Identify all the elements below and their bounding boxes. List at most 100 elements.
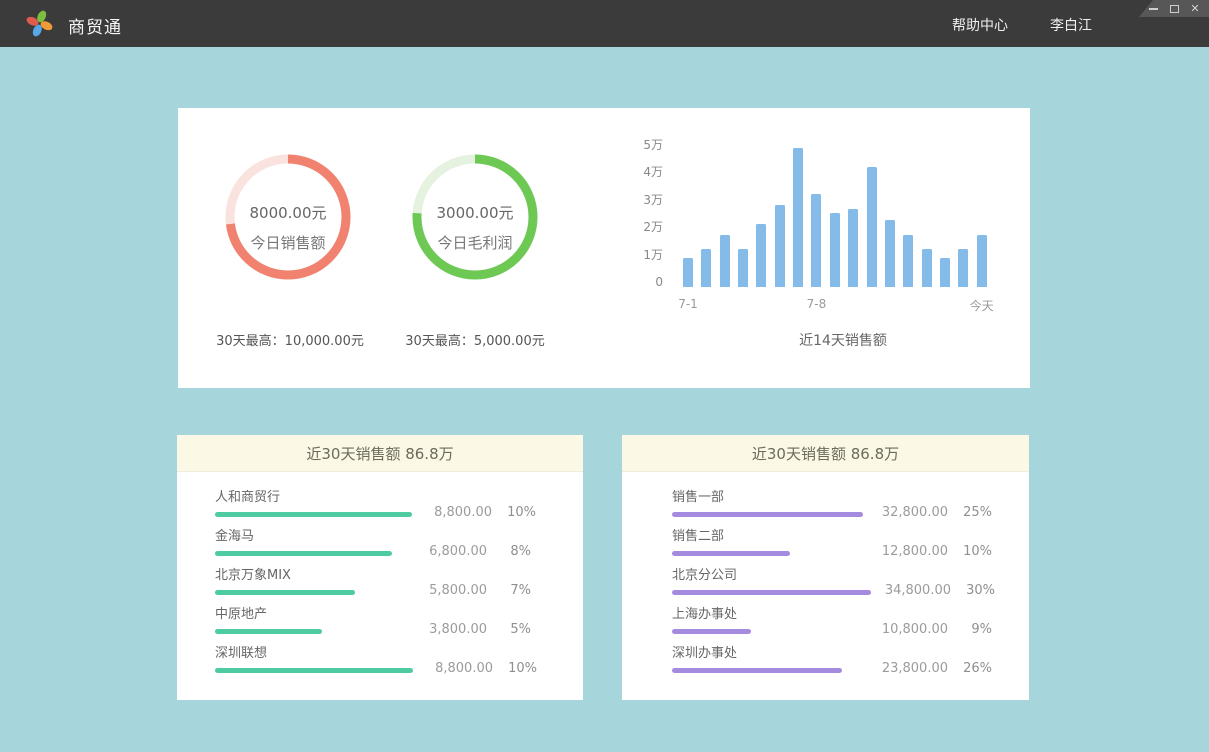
list-item: 北京万象MIX5,800.007% bbox=[215, 556, 531, 595]
list-item: 深圳联想8,800.0010% bbox=[215, 634, 531, 673]
item-percent: 25% bbox=[948, 505, 992, 521]
user-name-link[interactable]: 李白江 bbox=[1050, 15, 1092, 35]
summary-card: 8000.00元 今日销售额 30天最高：10,000.00元 3000.00元… bbox=[178, 108, 1030, 388]
item-percent: 26% bbox=[948, 661, 992, 677]
top-departments-card: 近30天销售额 86.8万 销售一部32,800.0025%销售二部12,800… bbox=[622, 435, 1029, 700]
item-percent: 30% bbox=[951, 583, 995, 599]
bar-chart-x-axis: 7-17-8今天 bbox=[683, 297, 1003, 313]
app-title: 商贸通 bbox=[68, 13, 122, 38]
daily-sales-bar bbox=[958, 249, 968, 288]
item-value: 23,800.00 bbox=[868, 661, 948, 677]
item-percent: 10% bbox=[493, 661, 537, 677]
daily-sales-bar bbox=[720, 235, 730, 287]
daily-sales-bar bbox=[848, 209, 858, 287]
item-percent: 5% bbox=[487, 622, 531, 638]
item-label: 人和商贸行 bbox=[215, 490, 412, 506]
daily-sales-bar bbox=[922, 249, 932, 288]
item-label: 深圳联想 bbox=[215, 646, 413, 662]
item-label: 销售一部 bbox=[672, 490, 863, 506]
app-logo-pinwheel-icon bbox=[26, 10, 53, 37]
daily-sales-bar bbox=[903, 235, 913, 287]
item-value: 8,800.00 bbox=[413, 661, 493, 677]
donut-chart-today-profit: 3000.00元 今日毛利润 bbox=[405, 147, 545, 287]
donut-chart-today-sales: 8000.00元 今日销售额 bbox=[218, 147, 358, 287]
daily-sales-bar bbox=[756, 224, 766, 287]
item-label: 上海办事处 bbox=[672, 607, 751, 623]
y-axis-tick: 4万 bbox=[598, 165, 663, 179]
list-item: 金海马6,800.008% bbox=[215, 517, 531, 556]
item-label: 金海马 bbox=[215, 529, 392, 545]
item-bar bbox=[672, 590, 871, 595]
item-bar bbox=[672, 512, 863, 517]
item-value: 10,800.00 bbox=[868, 622, 948, 638]
today-profit-value: 3000.00元 bbox=[405, 202, 545, 223]
item-label: 深圳办事处 bbox=[672, 646, 842, 662]
item-value: 12,800.00 bbox=[868, 544, 948, 560]
item-bar bbox=[215, 551, 392, 556]
titlebar: 商贸通 帮助中心 李白江 ✕ bbox=[0, 0, 1209, 47]
card-body: 销售一部32,800.0025%销售二部12,800.0010%北京分公司34,… bbox=[622, 472, 1029, 673]
list-item: 中原地产3,800.005% bbox=[215, 595, 531, 634]
item-bar bbox=[672, 629, 751, 634]
x-axis-tick: 今天 bbox=[970, 297, 994, 314]
list-item: 销售一部32,800.0025% bbox=[672, 478, 992, 517]
today-sales-value: 8000.00元 bbox=[218, 202, 358, 223]
card-header: 近30天销售额 86.8万 bbox=[622, 435, 1029, 472]
daily-sales-bar bbox=[977, 235, 987, 287]
minimize-icon[interactable] bbox=[1147, 3, 1159, 15]
list-item: 人和商贸行8,800.0010% bbox=[215, 478, 531, 517]
y-axis-tick: 2万 bbox=[598, 220, 663, 234]
item-value: 3,800.00 bbox=[407, 622, 487, 638]
help-center-link[interactable]: 帮助中心 bbox=[952, 15, 1008, 35]
maximize-icon[interactable] bbox=[1168, 3, 1180, 15]
card-header: 近30天销售额 86.8万 bbox=[177, 435, 583, 472]
daily-sales-bar bbox=[738, 249, 748, 288]
x-axis-tick: 7-8 bbox=[807, 297, 827, 311]
item-value: 32,800.00 bbox=[868, 505, 948, 521]
daily-sales-bar bbox=[775, 205, 785, 288]
close-icon[interactable]: ✕ bbox=[1189, 3, 1201, 15]
item-percent: 10% bbox=[492, 505, 536, 521]
item-value: 5,800.00 bbox=[407, 583, 487, 599]
item-label: 北京分公司 bbox=[672, 568, 871, 584]
item-percent: 9% bbox=[948, 622, 992, 638]
daily-sales-bar bbox=[830, 213, 840, 287]
list-item: 深圳办事处23,800.0026% bbox=[672, 634, 992, 673]
daily-sales-bar bbox=[867, 167, 877, 287]
list-item: 上海办事处10,800.009% bbox=[672, 595, 992, 634]
item-value: 34,800.00 bbox=[871, 583, 951, 599]
y-axis-tick: 3万 bbox=[598, 193, 663, 207]
daily-sales-bar bbox=[683, 258, 693, 287]
daily-sales-bar bbox=[793, 148, 803, 287]
card-title: 近30天销售额 86.8万 bbox=[306, 443, 453, 464]
item-label: 中原地产 bbox=[215, 607, 322, 623]
card-body: 人和商贸行8,800.0010%金海马6,800.008%北京万象MIX5,80… bbox=[177, 472, 583, 673]
item-bar bbox=[215, 590, 355, 595]
item-percent: 7% bbox=[487, 583, 531, 599]
titlebar-menu: 帮助中心 李白江 bbox=[952, 15, 1092, 35]
item-percent: 10% bbox=[948, 544, 992, 560]
daily-sales-bar bbox=[811, 194, 821, 288]
y-axis-tick: 1万 bbox=[598, 248, 663, 262]
y-axis-tick: 5万 bbox=[598, 138, 663, 152]
daily-sales-bar bbox=[701, 249, 711, 288]
top-customers-card: 近30天销售额 86.8万 人和商贸行8,800.0010%金海马6,800.0… bbox=[177, 435, 583, 700]
item-value: 6,800.00 bbox=[407, 544, 487, 560]
item-percent: 8% bbox=[487, 544, 531, 560]
item-bar bbox=[215, 512, 412, 517]
list-item: 北京分公司34,800.0030% bbox=[672, 556, 992, 595]
item-bar bbox=[215, 668, 413, 673]
item-label: 销售二部 bbox=[672, 529, 790, 545]
today-sales-title: 今日销售额 bbox=[218, 232, 358, 253]
today-profit-title: 今日毛利润 bbox=[405, 232, 545, 253]
today-profit-30d-max: 30天最高：5,000.00元 bbox=[345, 330, 605, 349]
item-value: 8,800.00 bbox=[412, 505, 492, 521]
item-bar bbox=[215, 629, 322, 634]
card-title: 近30天销售额 86.8万 bbox=[752, 443, 899, 464]
daily-sales-bar bbox=[940, 258, 950, 287]
donut-center-text: 3000.00元 今日毛利润 bbox=[405, 202, 545, 253]
item-label: 北京万象MIX bbox=[215, 568, 355, 584]
donut-center-text: 8000.00元 今日销售额 bbox=[218, 202, 358, 253]
item-bar bbox=[672, 668, 842, 673]
y-axis-tick: 0 bbox=[598, 275, 663, 289]
